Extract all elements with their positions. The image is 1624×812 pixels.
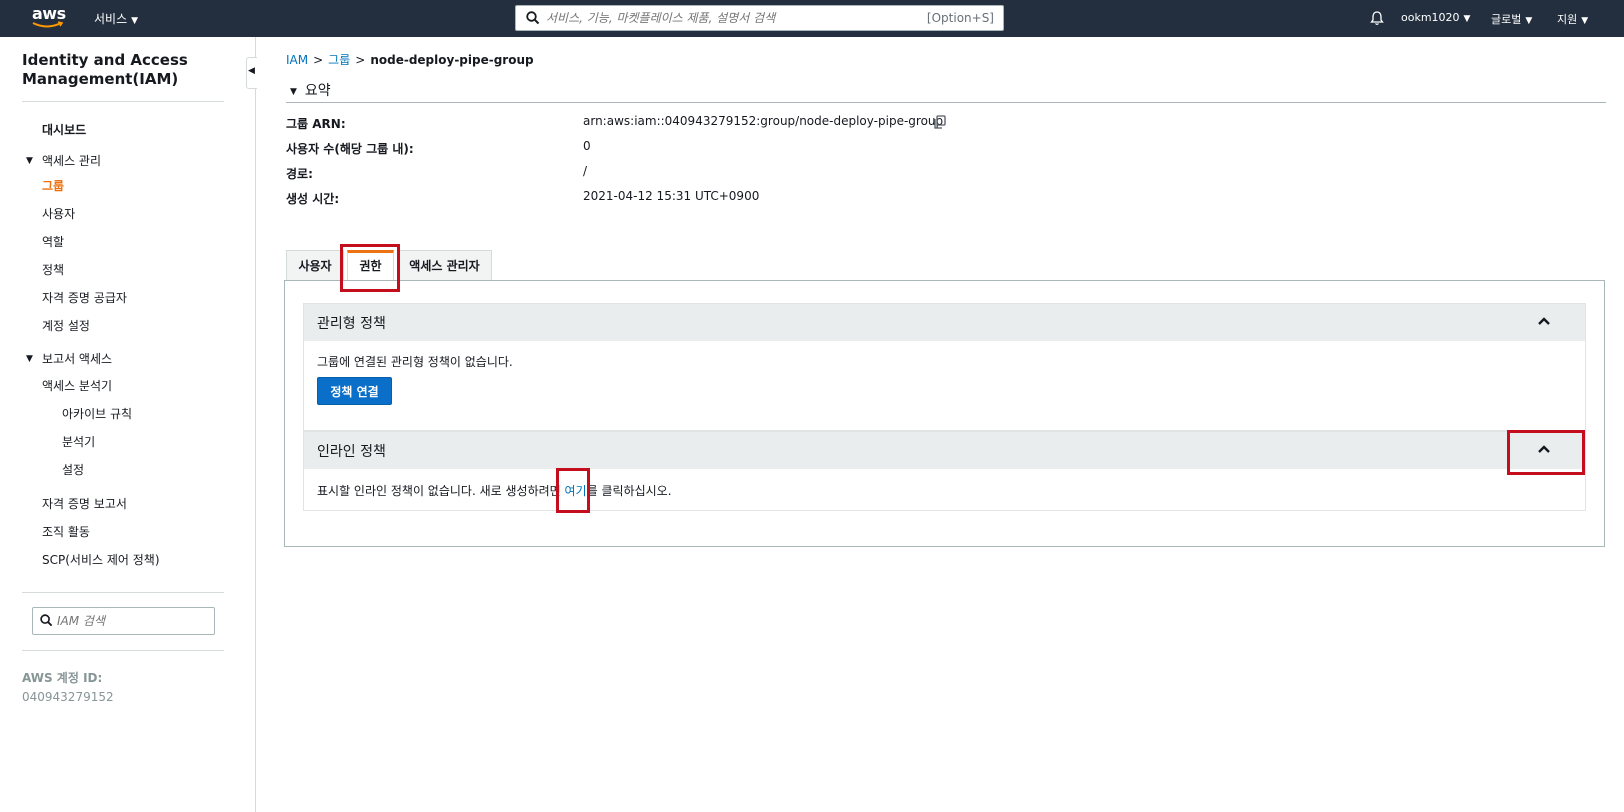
account-id-value: 040943279152 <box>22 690 114 704</box>
chevron-up-icon[interactable] <box>1537 442 1551 456</box>
sidebar: Identity and Access Management(IAM) 대시보드… <box>0 37 256 812</box>
managed-policies-empty-text: 그룹에 연결된 관리형 정책이 없습니다. <box>317 355 513 369</box>
support-label: 지원 <box>1557 13 1578 26</box>
caret-down-icon: ▼ <box>1581 16 1589 26</box>
sidebar-item-identity-providers[interactable]: 자격 증명 공급자 <box>42 289 127 306</box>
inline-policies-empty-text: 표시할 인라인 정책이 없습니다. 새로 생성하려면 여기를 클릭하십시오. <box>317 482 672 499</box>
inline-policies-title: 인라인 정책 <box>317 444 386 460</box>
global-search[interactable]: [Option+S] <box>515 5 1004 31</box>
breadcrumb-iam[interactable]: IAM <box>286 53 308 67</box>
attach-policy-button[interactable]: 정책 연결 <box>317 377 392 405</box>
account-label: ookm1020 <box>1401 11 1460 24</box>
region-menu[interactable]: 글로벌 ▼ <box>1491 11 1532 27</box>
top-navigation-bar: aws 서비스▼ [Option+S] ookm1020▼ 글로벌▼ 지원▼ <box>0 0 1624 37</box>
search-icon <box>40 614 53 627</box>
caret-down-icon: ▼ <box>131 16 139 26</box>
sidebar-collapse-button[interactable]: ◀ <box>246 57 257 89</box>
caret-down-icon: ▼ <box>290 87 297 97</box>
search-shortcut-hint: [Option+S] <box>926 11 994 25</box>
sidebar-item-groups[interactable]: 그룹 <box>42 177 64 194</box>
group-arn-value: arn:aws:iam::040943279152:group/node-dep… <box>583 114 944 128</box>
inline-policies-section: 인라인 정책 표시할 인라인 정책이 없습니다. 새로 생성하려면 여기를 클릭… <box>303 431 1586 511</box>
sidebar-item-analyzers[interactable]: 분석기 <box>62 433 95 450</box>
sidebar-item-account-settings[interactable]: 계정 설정 <box>42 317 90 334</box>
sidebar-item-organization-activity[interactable]: 조직 활동 <box>42 523 90 540</box>
path-value: / <box>583 164 588 178</box>
collapse-left-icon: ◀ <box>248 66 255 76</box>
tab-permissions[interactable]: 권한 <box>347 250 394 281</box>
sidebar-item-analyzer-settings[interactable]: 설정 <box>62 461 84 478</box>
region-label: 글로벌 <box>1491 13 1522 26</box>
global-search-input[interactable] <box>546 8 906 28</box>
managed-policies-title: 관리형 정책 <box>317 316 386 332</box>
sidebar-item-access-analyzer[interactable]: 액세스 분석기 <box>42 377 112 394</box>
aws-smile-icon <box>32 21 64 28</box>
sidebar-item-roles[interactable]: 역할 <box>42 233 64 250</box>
account-menu[interactable]: ookm1020 ▼ <box>1401 11 1470 24</box>
caret-down-icon: ▼ <box>1525 16 1533 26</box>
aws-logo[interactable]: aws <box>32 4 66 32</box>
breadcrumb: IAM > 그룹 > node-deploy-pipe-group <box>286 51 534 68</box>
bell-icon[interactable] <box>1369 10 1385 26</box>
copy-icon[interactable] <box>932 114 948 130</box>
managed-policies-header[interactable]: 관리형 정책 <box>304 304 1585 341</box>
iam-search-input[interactable] <box>57 612 207 630</box>
account-id-label: AWS 계정 ID: <box>22 671 103 685</box>
sidebar-item-scp[interactable]: SCP(서비스 제어 정책) <box>42 551 160 568</box>
sidebar-item-dashboard[interactable]: 대시보드 <box>42 121 86 138</box>
sidebar-section-report-access[interactable]: 보고서 액세스 <box>42 350 112 367</box>
iam-search[interactable] <box>32 607 215 635</box>
divider <box>286 102 1606 103</box>
summary-heading: 요약 <box>304 83 331 99</box>
managed-policies-section: 관리형 정책 그룹에 연결된 관리형 정책이 없습니다. 정책 연결 <box>303 303 1586 431</box>
sidebar-title[interactable]: Identity and Access Management(IAM) <box>22 51 222 89</box>
caret-down-icon[interactable]: ▼ <box>26 156 33 166</box>
group-arn-label: 그룹 ARN: <box>286 117 346 131</box>
sidebar-item-policies[interactable]: 정책 <box>42 261 64 278</box>
breadcrumb-separator: > <box>355 53 366 67</box>
caret-down-icon: ▼ <box>1463 14 1471 24</box>
path-label: 경로: <box>286 167 313 181</box>
breadcrumb-current: node-deploy-pipe-group <box>370 53 534 67</box>
inline-text-after: 를 클릭하십시오. <box>586 484 672 498</box>
services-menu[interactable]: 서비스 ▼ <box>94 10 138 27</box>
sidebar-item-users[interactable]: 사용자 <box>42 205 75 222</box>
creation-time-label: 생성 시간: <box>286 192 340 206</box>
tab-users[interactable]: 사용자 <box>286 250 344 280</box>
user-count-label: 사용자 수(해당 그룹 내): <box>286 142 414 156</box>
divider <box>22 650 224 651</box>
chevron-up-icon[interactable] <box>1537 314 1551 328</box>
services-label: 서비스 <box>94 12 128 26</box>
search-icon <box>526 11 540 25</box>
breadcrumb-separator: > <box>313 53 324 67</box>
divider <box>22 592 224 593</box>
inline-text-before: 표시할 인라인 정책이 없습니다. 새로 생성하려면 <box>317 484 565 498</box>
breadcrumb-groups[interactable]: 그룹 <box>328 53 350 67</box>
inline-policies-header[interactable]: 인라인 정책 <box>304 432 1585 469</box>
sidebar-item-archive-rules[interactable]: 아카이브 규칙 <box>62 405 132 422</box>
user-count-value: 0 <box>583 139 591 153</box>
creation-time-value: 2021-04-12 15:31 UTC+0900 <box>583 189 760 203</box>
summary-section-toggle[interactable]: ▼ 요약 <box>290 80 331 100</box>
sidebar-item-credential-report[interactable]: 자격 증명 보고서 <box>42 495 127 512</box>
create-inline-policy-link[interactable]: 여기 <box>565 484 587 498</box>
divider <box>22 101 224 102</box>
tab-access-advisor[interactable]: 액세스 관리자 <box>397 250 492 280</box>
support-menu[interactable]: 지원 ▼ <box>1557 11 1588 27</box>
caret-down-icon[interactable]: ▼ <box>26 354 33 364</box>
sidebar-section-access-management[interactable]: 액세스 관리 <box>42 152 101 169</box>
